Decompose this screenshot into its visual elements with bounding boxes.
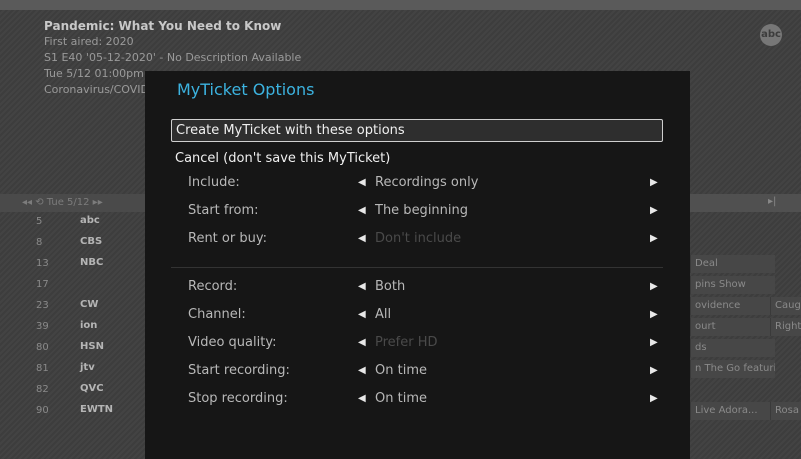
channel-logo-icon: CBS xyxy=(80,236,103,247)
program-cell[interactable]: pins Show xyxy=(690,276,775,294)
option-label: Rent or buy: xyxy=(188,231,267,246)
program-title: Pandemic: What You Need to Know xyxy=(44,19,282,33)
option-row[interactable]: Start from: ◀ The beginning ▶ xyxy=(188,203,658,223)
left-arrow-icon[interactable]: ◀ xyxy=(358,205,366,216)
option-row[interactable]: Start recording: ◀ On time ▶ xyxy=(188,363,658,383)
option-value: The beginning xyxy=(375,203,469,218)
option-value: Prefer HD xyxy=(375,335,438,350)
right-arrow-icon[interactable]: ▶ xyxy=(650,233,658,244)
program-cell[interactable]: Caug xyxy=(770,297,801,315)
program-cell[interactable]: ovidence xyxy=(690,297,775,315)
left-arrow-icon[interactable]: ◀ xyxy=(358,365,366,376)
channel-logo-icon: NBC xyxy=(80,257,104,268)
options-divider xyxy=(171,267,663,268)
program-cell[interactable]: Deal xyxy=(690,255,775,273)
option-value: All xyxy=(375,307,392,322)
option-value: On time xyxy=(375,363,427,378)
left-arrow-icon[interactable]: ◀ xyxy=(358,177,366,188)
guide-right-header: ▸| xyxy=(690,194,801,212)
option-label: Channel: xyxy=(188,307,246,322)
channel-logo-icon: ion xyxy=(80,320,98,331)
option-row[interactable]: Channel: ◀ All ▶ xyxy=(188,307,658,327)
program-cell[interactable]: Rosa xyxy=(770,402,801,420)
dialog-title: MyTicket Options xyxy=(177,80,315,99)
create-myticket-button[interactable]: Create MyTicket with these options xyxy=(171,119,663,142)
first-aired: First aired: 2020 xyxy=(44,35,134,48)
option-value: On time xyxy=(375,391,427,406)
right-arrow-icon[interactable]: ▶ xyxy=(650,309,658,320)
cancel-button[interactable]: Cancel (don't save this MyTicket) xyxy=(171,147,663,170)
option-value: Recordings only xyxy=(375,175,479,190)
channel-number: 8 xyxy=(36,237,43,248)
channel-number: 23 xyxy=(36,300,49,311)
channel-logo-icon: jtv xyxy=(80,362,95,373)
option-row[interactable]: Rent or buy: ◀ Don't include ▶ xyxy=(188,231,658,251)
channel-number: 82 xyxy=(36,384,49,395)
program-cell[interactable]: Live Adora... xyxy=(690,402,775,420)
channel-number: 39 xyxy=(36,321,49,332)
channel-logo-icon: CW xyxy=(80,299,99,310)
right-arrow-icon[interactable]: ▶ xyxy=(650,177,658,188)
left-arrow-icon[interactable]: ◀ xyxy=(358,281,366,292)
channel-logo-icon: HSN xyxy=(80,341,104,352)
program-cell[interactable]: n The Go featuring xyxy=(690,360,775,378)
channel-number: 5 xyxy=(36,216,43,227)
channel-number: 13 xyxy=(36,258,49,269)
right-arrow-icon[interactable]: ▶ xyxy=(650,365,658,376)
option-row[interactable]: Record: ◀ Both ▶ xyxy=(188,279,658,299)
channel-logo-icon: EWTN xyxy=(80,404,114,415)
guide-date[interactable]: ◂◂ ⟲ Tue 5/12 ▸▸ xyxy=(22,197,103,208)
right-arrow-icon[interactable]: ▶ xyxy=(650,205,658,216)
option-value: Don't include xyxy=(375,231,462,246)
option-value: Both xyxy=(375,279,406,294)
option-row[interactable]: Video quality: ◀ Prefer HD ▶ xyxy=(188,335,658,355)
option-label: Record: xyxy=(188,279,238,294)
option-label: Include: xyxy=(188,175,240,190)
option-label: Start recording: xyxy=(188,363,290,378)
top-bar xyxy=(0,0,801,10)
option-label: Stop recording: xyxy=(188,391,288,406)
left-arrow-icon[interactable]: ◀ xyxy=(358,309,366,320)
left-arrow-icon[interactable]: ◀ xyxy=(358,393,366,404)
option-row[interactable]: Stop recording: ◀ On time ▶ xyxy=(188,391,658,411)
option-row[interactable]: Include: ◀ Recordings only ▶ xyxy=(188,175,658,195)
right-arrow-icon[interactable]: ▶ xyxy=(650,281,658,292)
left-arrow-icon[interactable]: ◀ xyxy=(358,337,366,348)
program-cell[interactable]: Right xyxy=(770,318,801,336)
myticket-options-dialog: MyTicket Options Create MyTicket with th… xyxy=(145,71,690,459)
program-cell[interactable]: ds xyxy=(690,339,775,357)
option-label: Start from: xyxy=(188,203,259,218)
program-cell[interactable]: ourt xyxy=(690,318,775,336)
network-logo-icon: abc xyxy=(760,24,782,46)
left-arrow-icon[interactable]: ◀ xyxy=(358,233,366,244)
channel-logo-icon: QVC xyxy=(80,383,104,394)
channel-number: 17 xyxy=(36,279,49,290)
channel-number: 81 xyxy=(36,363,49,374)
right-arrow-icon[interactable]: ▶ xyxy=(650,393,658,404)
option-label: Video quality: xyxy=(188,335,277,350)
channel-logo-icon: abc xyxy=(80,215,100,226)
right-arrow-icon[interactable]: ▶ xyxy=(650,337,658,348)
episode-info: S1 E40 '05-12-2020' - No Description Ava… xyxy=(44,51,302,64)
channel-number: 80 xyxy=(36,342,49,353)
channel-number: 90 xyxy=(36,405,49,416)
